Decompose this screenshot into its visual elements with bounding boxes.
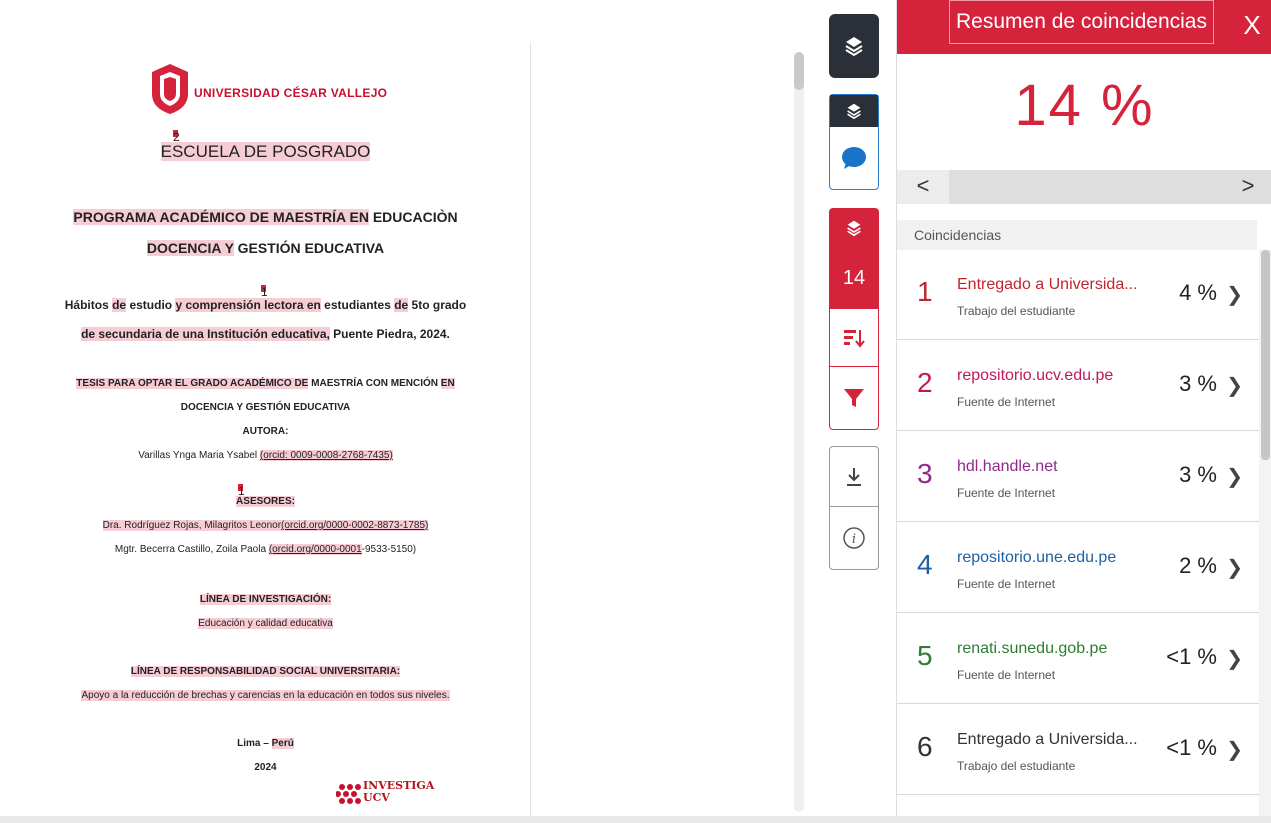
match-item[interactable]: 4 repositorio.une.edu.pe Fuente de Interne… xyxy=(897,523,1259,613)
match-number: 6 xyxy=(917,731,933,762)
thesis-title-line-2: de secundaria de una Institución educati… xyxy=(81,327,450,341)
thesis-title-line-1: Hábitos de estudio y comprensión lectora… xyxy=(64,298,467,312)
chevron-right-icon[interactable]: ❯ xyxy=(1226,555,1243,580)
match-percentage: <1 % xyxy=(1166,644,1217,669)
chevron-right-icon[interactable]: ❯ xyxy=(1226,373,1243,398)
social-line-label: LÍNEA DE RESPONSABILIDAD SOCIAL UNIVERSI… xyxy=(130,666,401,677)
advisor-2: Mgtr. Becerra Castillo, Zoila Paola (orc… xyxy=(114,544,417,555)
chevron-right-icon[interactable]: ❯ xyxy=(1226,282,1243,307)
thesis-degree-line-2: DOCENCIA Y GESTIÓN EDUCATIVA xyxy=(180,402,351,413)
layers-button-red[interactable] xyxy=(830,209,878,247)
chevron-right-icon[interactable]: ❯ xyxy=(1226,464,1243,489)
match-source: Entregado a Universida... xyxy=(957,276,1138,293)
submission-nav: < > xyxy=(897,170,1271,204)
match-item[interactable]: 3 hdl.handle.net Fuente de Internet 3 % ❯ xyxy=(897,432,1259,522)
match-percentage: 3 % xyxy=(1179,462,1217,487)
match-source-type: Trabajo del estudiante xyxy=(957,759,1076,773)
city: Lima – Perú xyxy=(237,738,294,749)
match-number: 4 xyxy=(917,549,933,580)
document-scrollbar[interactable] xyxy=(794,52,804,812)
match-number: 5 xyxy=(917,640,933,671)
matches-header: Coincidencias xyxy=(897,220,1257,250)
info-button[interactable]: i xyxy=(830,507,878,569)
panel-scroll-thumb[interactable] xyxy=(1261,250,1270,460)
social-line: Apoyo a la reducción de brechas y carenc… xyxy=(81,690,450,701)
match-source-type: Fuente de Internet xyxy=(957,486,1056,500)
panel-scrollbar[interactable] xyxy=(1259,250,1271,816)
layers-button-2[interactable] xyxy=(830,95,878,127)
svg-text:i: i xyxy=(852,532,856,547)
toolbar-group-similarity: 14 xyxy=(829,208,879,430)
match-number: 2 xyxy=(917,367,933,398)
match-overview-panel: Resumen de coincidencias X 14 % < > Coin… xyxy=(896,0,1271,816)
horizontal-scrollbar[interactable] xyxy=(0,816,1271,823)
comment-icon xyxy=(842,147,866,169)
match-source: Entregado a Universida... xyxy=(957,731,1138,748)
matches-list: 1 Entregado a Universida... Trabajo del es… xyxy=(897,250,1259,816)
match-item[interactable]: 2 repositorio.ucv.edu.pe Fuente de Interne… xyxy=(897,341,1259,431)
match-percentage: 3 % xyxy=(1179,371,1217,396)
toolbar-group-tools: i xyxy=(829,446,879,570)
thesis-degree-line-1: TESIS PARA OPTAR EL GRADO ACADÉMICO DE M… xyxy=(76,378,455,389)
match-percentage: 2 % xyxy=(1179,553,1217,578)
school-name: ESCUELA DE POSGRADO xyxy=(160,142,371,161)
document-scroll-thumb[interactable] xyxy=(794,52,804,90)
match-source: repositorio.une.edu.pe xyxy=(957,549,1117,566)
match-source: repositorio.ucv.edu.pe xyxy=(957,367,1114,384)
match-source-type: Fuente de Internet xyxy=(957,577,1056,591)
chevron-right-icon[interactable]: > xyxy=(1224,170,1271,204)
panel-header: Resumen de coincidencias X xyxy=(897,0,1271,54)
similarity-score-button[interactable]: 14 xyxy=(830,247,878,309)
match-marker: 1 xyxy=(261,285,268,299)
research-line-label: LÍNEA DE INVESTIGACIÓN: xyxy=(199,594,332,605)
info-icon: i xyxy=(843,527,865,549)
sort-icon xyxy=(844,329,865,348)
close-icon[interactable]: X xyxy=(1237,10,1267,40)
ucv-logo xyxy=(152,64,188,114)
download-icon xyxy=(847,467,861,486)
match-source-type: Fuente de Internet xyxy=(957,668,1056,682)
match-source: hdl.handle.net xyxy=(957,458,1058,475)
author-name: Varillas Ynga Maria Ysabel (orcid: 0009-… xyxy=(138,450,393,461)
match-item[interactable]: 6 Entregado a Universida... Trabajo del es… xyxy=(897,705,1259,795)
sort-button[interactable] xyxy=(830,309,878,367)
author-label: AUTORA: xyxy=(242,426,289,437)
layers-icon xyxy=(845,37,863,57)
chevron-right-icon[interactable]: ❯ xyxy=(1226,646,1243,671)
layers-button[interactable] xyxy=(829,14,879,78)
program-line-2: DOCENCIA Y GESTIÓN EDUCATIVA xyxy=(146,240,385,256)
match-item[interactable]: 5 renati.sunedu.gob.pe Fuente de Internet <… xyxy=(897,614,1259,704)
panel-title: Resumen de coincidencias xyxy=(949,0,1214,44)
filter-icon xyxy=(844,389,864,407)
program-line-1: PROGRAMA ACADÉMICO DE MAESTRÍA EN EDUCAC… xyxy=(73,209,458,225)
advisor-1: Dra. Rodríguez Rojas, Milagritos Leonor(… xyxy=(102,520,429,531)
university-name: UNIVERSIDAD CÉSAR VALLEJO xyxy=(194,86,388,100)
match-source-type: Trabajo del estudiante xyxy=(957,304,1076,318)
investiga-label: INVESTIGA UCV xyxy=(363,779,435,804)
chevron-right-icon[interactable]: ❯ xyxy=(1226,737,1243,762)
document-page: UNIVERSIDAD CÉSAR VALLEJO 2 ESCUELA DE P… xyxy=(0,42,531,816)
match-number: 3 xyxy=(917,458,933,489)
match-item[interactable]: 1 Entregado a Universida... Trabajo del es… xyxy=(897,250,1259,340)
layers-icon xyxy=(847,220,861,237)
research-line: Educación y calidad educativa xyxy=(198,618,333,629)
match-percentage: 4 % xyxy=(1179,280,1217,305)
similarity-score: 14 % xyxy=(1014,73,1155,138)
chevron-left-icon[interactable]: < xyxy=(897,170,949,204)
comment-button[interactable] xyxy=(830,127,878,189)
advisors-label: ASESORES: xyxy=(236,496,295,507)
filter-button[interactable] xyxy=(830,367,878,429)
toolbar-group-comments xyxy=(829,94,879,190)
download-button[interactable] xyxy=(830,447,878,507)
layers-icon xyxy=(847,103,861,120)
year: 2024 xyxy=(254,762,277,773)
marker: 2 xyxy=(173,130,180,144)
match-source: renati.sunedu.gob.pe xyxy=(957,640,1108,657)
match-number: 1 xyxy=(917,276,933,307)
match-percentage: <1 % xyxy=(1166,735,1217,760)
match-source-type: Fuente de Internet xyxy=(957,395,1056,409)
similarity-score-box: 14 % xyxy=(897,54,1271,170)
